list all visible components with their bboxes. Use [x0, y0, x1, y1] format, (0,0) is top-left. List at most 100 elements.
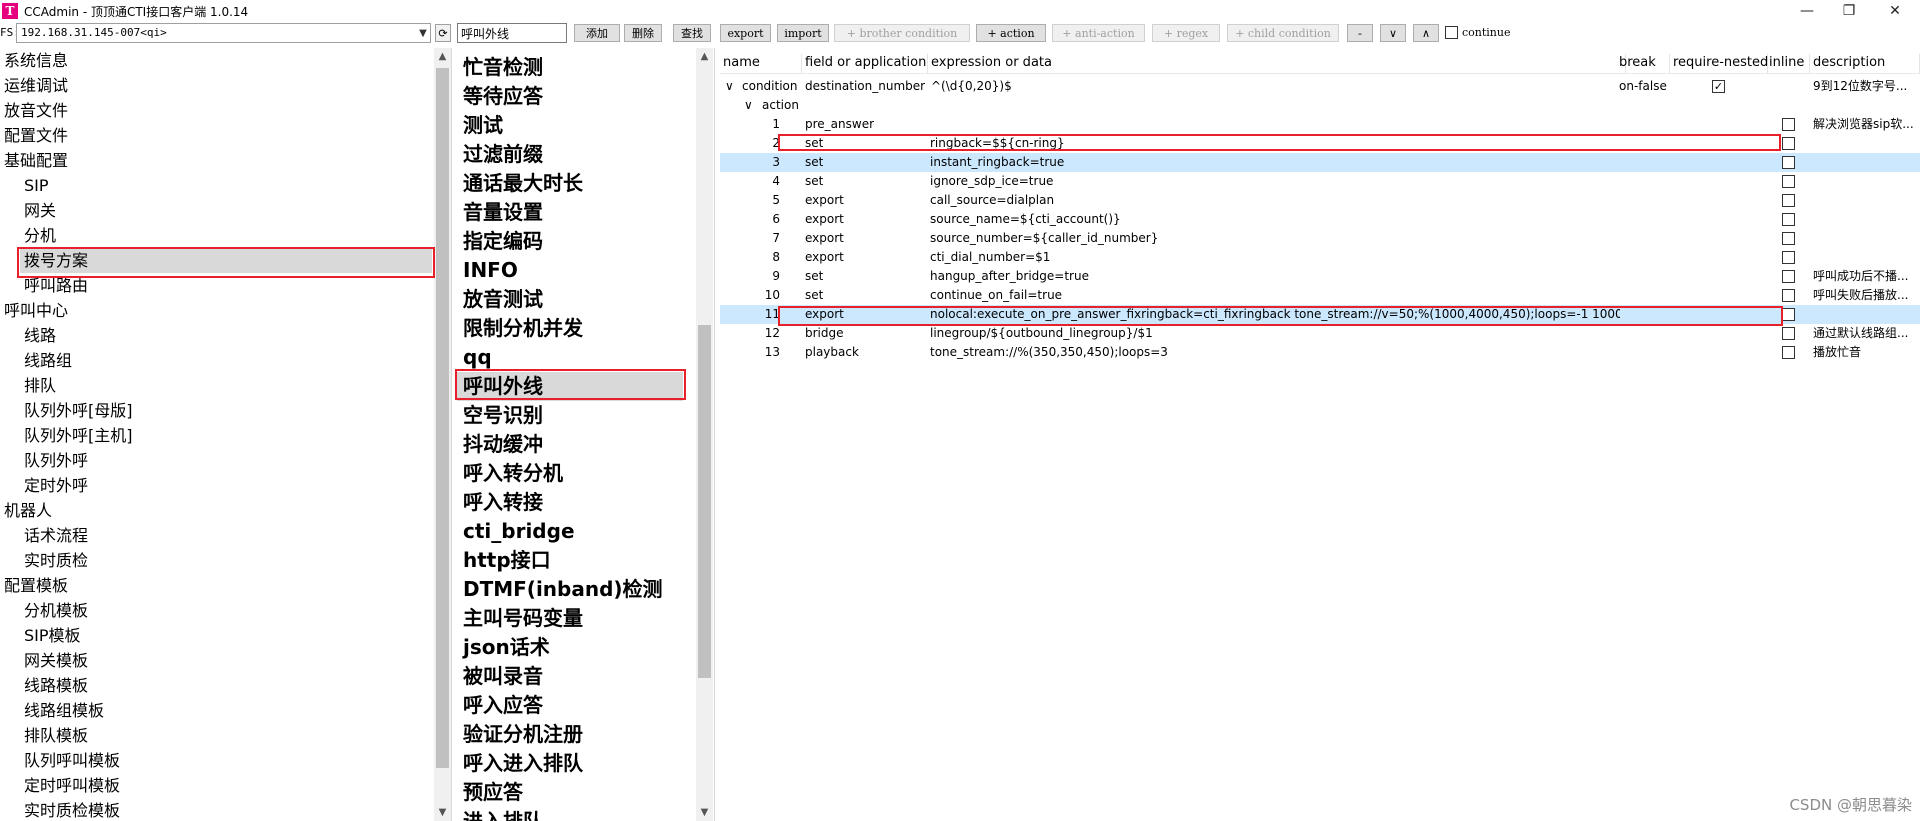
tree-item[interactable]: 线路组模板 — [24, 698, 104, 723]
scroll-up-icon[interactable]: ▲ — [696, 48, 713, 65]
tree-item[interactable]: 分机模板 — [24, 598, 88, 623]
inline-checkbox[interactable] — [1782, 251, 1795, 264]
inline-checkbox[interactable] — [1782, 327, 1795, 340]
table-row[interactable]: 6 export source_name=${cti_account()} — [720, 210, 1920, 229]
continue-checkbox[interactable] — [1445, 26, 1458, 39]
tree-item[interactable]: 呼叫中心 — [4, 298, 68, 323]
tree-item[interactable]: 队列外呼 — [24, 448, 88, 473]
tree-item[interactable]: 队列呼叫模板 — [24, 748, 120, 773]
close-button[interactable]: ✕ — [1872, 0, 1918, 22]
table-row[interactable]: 12 bridge linegroup/${outbound_linegroup}/… — [720, 324, 1920, 343]
table-row[interactable]: 7 export source_number=${caller_id_number} — [720, 229, 1920, 248]
col-require-nested[interactable]: require-nested — [1670, 54, 1768, 74]
brother-condition-button[interactable]: + brother condition — [834, 24, 970, 42]
col-break[interactable]: break — [1616, 54, 1670, 74]
dialplan-item[interactable]: 过滤前缀 — [463, 140, 543, 169]
scroll-up-icon[interactable]: ▲ — [434, 48, 451, 65]
col-description[interactable]: description — [1810, 54, 1920, 74]
tree-item[interactable]: 排队 — [24, 373, 56, 398]
tree-item[interactable]: 分机 — [24, 223, 56, 248]
move-up-button[interactable]: ∧ — [1413, 24, 1439, 42]
tree-item[interactable]: 机器人 — [4, 498, 52, 523]
table-row[interactable]: 4 set ignore_sdp_ice=true — [720, 172, 1920, 191]
col-expression[interactable]: expression or data — [928, 54, 1626, 74]
condition-row[interactable]: ∨ condition destination_number ^(\d{0,20… — [720, 77, 1920, 96]
tree-item[interactable]: 线路模板 — [24, 673, 88, 698]
tree-item[interactable]: 队列外呼[母版] — [24, 398, 133, 423]
tree-item[interactable]: 呼叫路由 — [24, 273, 88, 298]
delete-button[interactable]: 删除 — [624, 24, 662, 42]
tree-item[interactable]: 配置模板 — [4, 573, 68, 598]
tree-item[interactable]: 运维调试 — [4, 73, 68, 98]
tree-item[interactable]: 话术流程 — [24, 523, 88, 548]
action-group-row[interactable]: ∨ action — [720, 96, 1920, 115]
dialplan-item[interactable]: 呼入转接 — [463, 488, 543, 517]
chevron-down-icon[interactable]: ▼ — [416, 24, 430, 42]
tree-item[interactable]: 系统信息 — [4, 48, 68, 73]
tree-item[interactable]: 网关模板 — [24, 648, 88, 673]
tree-item[interactable]: 线路 — [24, 323, 56, 348]
dialplan-item[interactable]: 主叫号码变量 — [463, 604, 583, 633]
dialplan-item[interactable]: 呼入转分机 — [463, 459, 563, 488]
left-scrollbar[interactable]: ▲ ▼ — [434, 48, 451, 821]
tree-item[interactable]: 网关 — [24, 198, 56, 223]
table-row[interactable]: 1 pre_answer 解决浏览器sip软... — [720, 115, 1920, 134]
col-inline[interactable]: inline — [1766, 54, 1810, 74]
dialplan-item[interactable]: DTMF(inband)检测 — [463, 575, 663, 604]
col-name[interactable]: name — [720, 54, 802, 74]
mid-scrollbar[interactable]: ▲ ▼ — [696, 48, 713, 821]
dialplan-item[interactable]: qq — [463, 343, 492, 372]
add-action-button[interactable]: + action — [976, 24, 1046, 42]
expand-chevron-icon[interactable]: ∨ — [744, 96, 753, 115]
dialplan-item[interactable]: 通话最大时长 — [463, 169, 583, 198]
inline-checkbox[interactable] — [1782, 289, 1795, 302]
tree-item[interactable]: 实时质检模板 — [24, 798, 120, 821]
dialplan-item[interactable]: 测试 — [463, 111, 503, 140]
remove-button[interactable]: - — [1347, 24, 1373, 42]
tree-item[interactable]: 定时外呼 — [24, 473, 88, 498]
import-button[interactable]: import — [777, 24, 829, 42]
table-row[interactable]: 9 set hangup_after_bridge=true 呼叫成功后不播... — [720, 267, 1920, 286]
table-row[interactable]: 11 export nolocal:execute_on_pre_answer_fi… — [720, 305, 1920, 324]
dialplan-item[interactable]: 限制分机并发 — [463, 314, 583, 343]
search-input[interactable]: 呼叫外线 — [457, 23, 567, 43]
dialplan-item[interactable]: 呼入进入排队 — [463, 749, 583, 778]
scroll-down-icon[interactable]: ▼ — [434, 804, 451, 821]
table-row[interactable]: 5 export call_source=dialplan — [720, 191, 1920, 210]
inline-checkbox[interactable] — [1782, 308, 1795, 321]
expand-chevron-icon[interactable]: ∨ — [725, 77, 734, 96]
add-button[interactable]: 添加 — [574, 24, 620, 42]
tree-item[interactable]: 实时质检 — [24, 548, 88, 573]
inline-checkbox[interactable] — [1782, 175, 1795, 188]
inline-checkbox[interactable] — [1782, 194, 1795, 207]
dialplan-item[interactable]: 音量设置 — [463, 198, 543, 227]
inline-checkbox[interactable] — [1782, 270, 1795, 283]
tree-item[interactable]: 配置文件 — [4, 123, 68, 148]
table-row[interactable]: 2 set ringback=$${cn-ring} — [720, 134, 1920, 153]
tree-item[interactable]: 基础配置 — [4, 148, 68, 173]
tree-item[interactable]: 定时呼叫模板 — [24, 773, 120, 798]
export-button[interactable]: export — [720, 24, 771, 42]
table-row[interactable]: 8 export cti_dial_number=$1 — [720, 248, 1920, 267]
child-condition-button[interactable]: + child condition — [1227, 24, 1339, 42]
tree-item[interactable]: 排队模板 — [24, 723, 88, 748]
minimize-button[interactable]: — — [1784, 0, 1830, 22]
dialplan-item[interactable]: 呼入应答 — [463, 691, 543, 720]
tree-item[interactable]: 拨号方案 — [20, 248, 432, 273]
continue-toggle[interactable]: continue — [1445, 26, 1511, 39]
fs-server-select[interactable]: 192.168.31.145-007<qi> — [16, 23, 431, 43]
tree-item[interactable]: 放音文件 — [4, 98, 68, 123]
dialplan-item[interactable]: cti_bridge — [463, 517, 575, 546]
inline-checkbox[interactable] — [1782, 232, 1795, 245]
dialplan-item[interactable]: INFO — [463, 256, 518, 285]
dialplan-item[interactable]: 放音测试 — [463, 285, 543, 314]
move-down-button[interactable]: ∨ — [1380, 24, 1406, 42]
left-scroll-thumb[interactable] — [436, 68, 449, 768]
inline-checkbox[interactable] — [1782, 118, 1795, 131]
inline-checkbox[interactable] — [1782, 213, 1795, 226]
inline-checkbox[interactable] — [1782, 137, 1795, 150]
table-row[interactable]: 13 playback tone_stream://%(350,350,450);l… — [720, 343, 1920, 362]
dialplan-item[interactable]: http接口 — [463, 546, 551, 575]
dialplan-item[interactable]: 验证分机注册 — [463, 720, 583, 749]
dialplan-item[interactable]: 忙音检测 — [463, 53, 543, 82]
